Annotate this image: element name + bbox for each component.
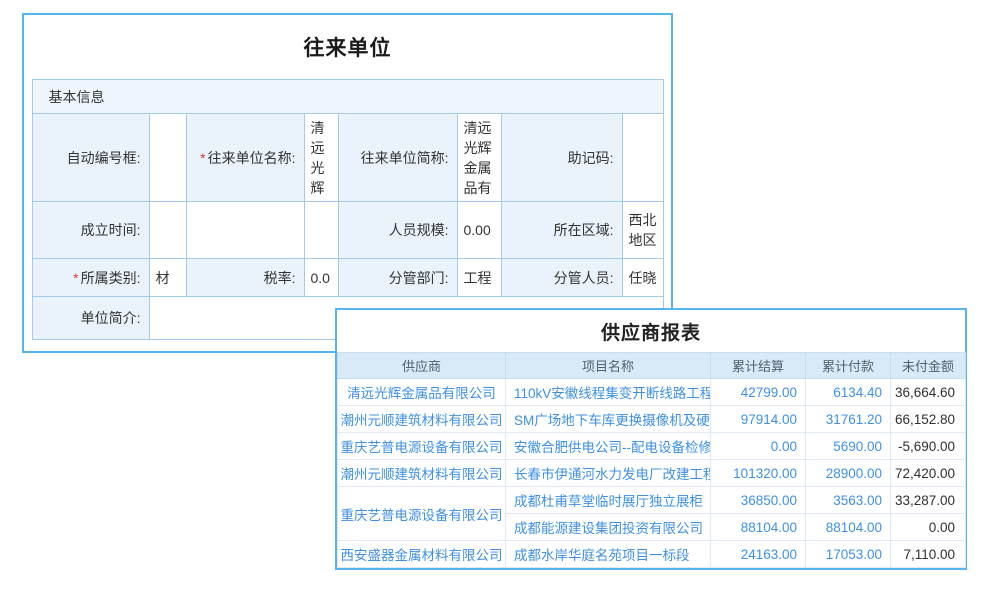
required-asterisk: * xyxy=(200,150,205,166)
region-label: 所在区域: xyxy=(501,202,622,259)
tax-rate-value[interactable]: 0.0 xyxy=(304,259,338,297)
partner-name-label: *往来单位名称: xyxy=(186,114,304,202)
paid-cell: 5690.00 xyxy=(806,433,891,460)
supplier-cell: 潮州元顺建筑材料有限公司 xyxy=(338,406,506,433)
tax-rate-label: 税率: xyxy=(186,259,304,297)
paid-cell: 88104.00 xyxy=(806,514,891,541)
table-row: 清远光辉金属品有限公司 110kV安徽线程集变开断线路工程 42799.00 6… xyxy=(338,379,966,406)
unpaid-cell: 66,152.80 xyxy=(891,406,966,433)
department-value[interactable]: 工程 xyxy=(457,259,501,297)
supplier-cell: 重庆艺普电源设备有限公司 xyxy=(338,433,506,460)
established-label: 成立时间: xyxy=(32,202,149,259)
supplier-report-panel: 供应商报表 供应商 项目名称 累计结算 累计付款 未付金额 清远光辉金属品有限公… xyxy=(335,308,967,570)
mnemonic-value[interactable] xyxy=(622,114,663,202)
category-label: *所属类别: xyxy=(32,259,149,297)
settled-cell: 101320.00 xyxy=(711,460,806,487)
partner-form-panel: 往来单位 基本信息 自动编号框: *往来单位名称: 清远光辉 往来单位简称: 清… xyxy=(22,13,673,353)
supplier-cell: 清远光辉金属品有限公司 xyxy=(338,379,506,406)
settled-cell: 97914.00 xyxy=(711,406,806,433)
auto-number-value[interactable] xyxy=(149,114,186,202)
established-value[interactable] xyxy=(149,202,186,259)
empty-cell xyxy=(186,202,304,259)
table-row: 重庆艺普电源设备有限公司 成都杜甫草堂临时展厅独立展柜 36850.00 356… xyxy=(338,487,966,514)
table-row: 重庆艺普电源设备有限公司 安徽合肥供电公司--配电设备检修 0.00 5690.… xyxy=(338,433,966,460)
paid-cell: 3563.00 xyxy=(806,487,891,514)
required-asterisk: * xyxy=(73,270,78,286)
project-cell: 成都杜甫草堂临时展厅独立展柜 xyxy=(506,487,711,514)
unpaid-cell: 7,110.00 xyxy=(891,541,966,568)
settled-cell: 0.00 xyxy=(711,433,806,460)
paid-cell: 31761.20 xyxy=(806,406,891,433)
empty-cell xyxy=(304,202,338,259)
supplier-cell-merged: 重庆艺普电源设备有限公司 xyxy=(338,487,506,541)
project-cell: 成都能源建设集团投资有限公司 xyxy=(506,514,711,541)
supplier-report-table: 供应商 项目名称 累计结算 累计付款 未付金额 清远光辉金属品有限公司 110k… xyxy=(337,352,966,568)
project-cell: SM广场地下车库更换摄像机及硬盘 xyxy=(506,406,711,433)
table-row: 潮州元顺建筑材料有限公司 长春市伊通河水力发电厂改建工程 101320.00 2… xyxy=(338,460,966,487)
col-header-settled: 累计结算 xyxy=(711,353,806,379)
staff-size-value[interactable]: 0.00 xyxy=(457,202,501,259)
supplier-cell: 潮州元顺建筑材料有限公司 xyxy=(338,460,506,487)
section-header-basic-info: 基本信息 xyxy=(32,80,663,114)
unpaid-cell: -5,690.00 xyxy=(891,433,966,460)
project-cell: 成都水岸华庭名苑项目一标段 xyxy=(506,541,711,568)
col-header-project: 项目名称 xyxy=(506,353,711,379)
settled-cell: 24163.00 xyxy=(711,541,806,568)
partner-name-value[interactable]: 清远光辉 xyxy=(304,114,338,202)
manager-value[interactable]: 任晓 xyxy=(622,259,663,297)
unpaid-cell: 0.00 xyxy=(891,514,966,541)
project-cell: 安徽合肥供电公司--配电设备检修 xyxy=(506,433,711,460)
project-cell: 长春市伊通河水力发电厂改建工程 xyxy=(506,460,711,487)
col-header-supplier: 供应商 xyxy=(338,353,506,379)
staff-size-label: 人员规模: xyxy=(338,202,457,259)
table-row: 潮州元顺建筑材料有限公司 SM广场地下车库更换摄像机及硬盘 97914.00 3… xyxy=(338,406,966,433)
category-value[interactable]: 材 xyxy=(149,259,186,297)
settled-cell: 42799.00 xyxy=(711,379,806,406)
settled-cell: 88104.00 xyxy=(711,514,806,541)
unpaid-cell: 33,287.00 xyxy=(891,487,966,514)
paid-cell: 6134.40 xyxy=(806,379,891,406)
paid-cell: 17053.00 xyxy=(806,541,891,568)
project-cell: 110kV安徽线程集变开断线路工程 xyxy=(506,379,711,406)
department-label: 分管部门: xyxy=(338,259,457,297)
auto-number-label: 自动编号框: xyxy=(32,114,149,202)
table-row: 西安盛器金属材料有限公司 成都水岸华庭名苑项目一标段 24163.00 1705… xyxy=(338,541,966,568)
partner-short-value[interactable]: 清远光辉金属品有 xyxy=(457,114,501,202)
mnemonic-label: 助记码: xyxy=(501,114,622,202)
manager-label: 分管人员: xyxy=(501,259,622,297)
profile-label: 单位简介: xyxy=(32,297,149,340)
partner-form-title: 往来单位 xyxy=(24,15,671,79)
col-header-unpaid: 未付金额 xyxy=(891,353,966,379)
col-header-paid: 累计付款 xyxy=(806,353,891,379)
partner-form-grid: 基本信息 自动编号框: *往来单位名称: 清远光辉 往来单位简称: 清远光辉金属… xyxy=(32,79,664,340)
supplier-cell: 西安盛器金属材料有限公司 xyxy=(338,541,506,568)
settled-cell: 36850.00 xyxy=(711,487,806,514)
region-value[interactable]: 西北地区 xyxy=(622,202,663,259)
report-header-row: 供应商 项目名称 累计结算 累计付款 未付金额 xyxy=(338,353,966,379)
partner-short-label: 往来单位简称: xyxy=(338,114,457,202)
supplier-report-title: 供应商报表 xyxy=(337,310,965,352)
paid-cell: 28900.00 xyxy=(806,460,891,487)
unpaid-cell: 36,664.60 xyxy=(891,379,966,406)
unpaid-cell: 72,420.00 xyxy=(891,460,966,487)
